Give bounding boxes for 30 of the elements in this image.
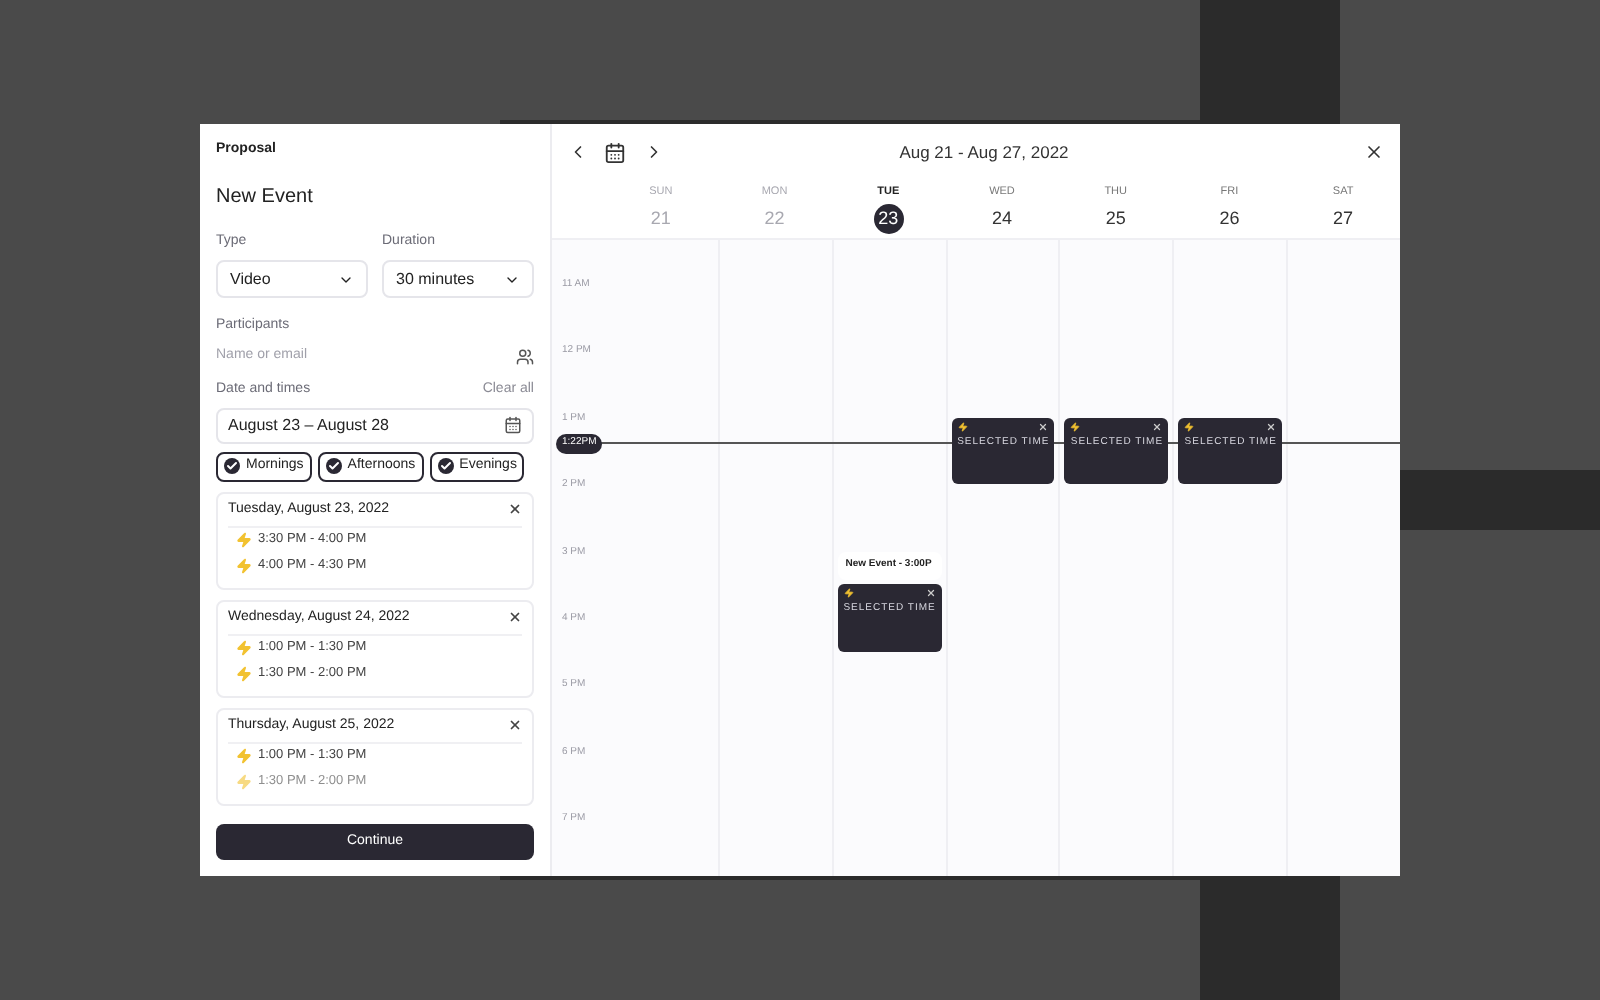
week-range: Aug 21 - Aug 27, 2022 [897, 139, 1071, 165]
bolt-icon [236, 558, 252, 575]
day-number[interactable]: 24 [986, 204, 1017, 235]
check-icon [224, 458, 240, 475]
panel-title: New Event [216, 183, 315, 211]
bolt-icon [236, 532, 252, 549]
calendar-icon [504, 416, 522, 435]
calendar-icon[interactable] [604, 141, 626, 163]
close-icon[interactable] [508, 502, 522, 517]
people-icon [516, 347, 534, 366]
bolt-icon [236, 640, 252, 657]
date-range-field[interactable]: August 23 – August 28 [216, 407, 534, 444]
bolt-icon [843, 588, 854, 599]
check-icon [437, 458, 454, 475]
close-icon[interactable] [508, 718, 522, 733]
bolt-icon [236, 666, 252, 683]
bolt-icon [1184, 421, 1195, 432]
day-number[interactable]: 25 [1100, 204, 1131, 235]
bolt-icon [236, 774, 252, 791]
day-number[interactable]: 27 [1328, 204, 1359, 235]
bolt-icon [236, 748, 252, 765]
bolt-icon [1070, 421, 1081, 432]
close-icon[interactable] [1364, 142, 1384, 162]
day-number[interactable]: 26 [1214, 204, 1245, 235]
day-number[interactable]: 23 [873, 204, 904, 235]
close-icon[interactable] [508, 610, 522, 625]
dropdown[interactable]: 30 minutes [382, 260, 534, 298]
check-icon [325, 458, 342, 475]
dropdown[interactable]: Video [216, 260, 368, 298]
bolt-icon [957, 421, 968, 432]
